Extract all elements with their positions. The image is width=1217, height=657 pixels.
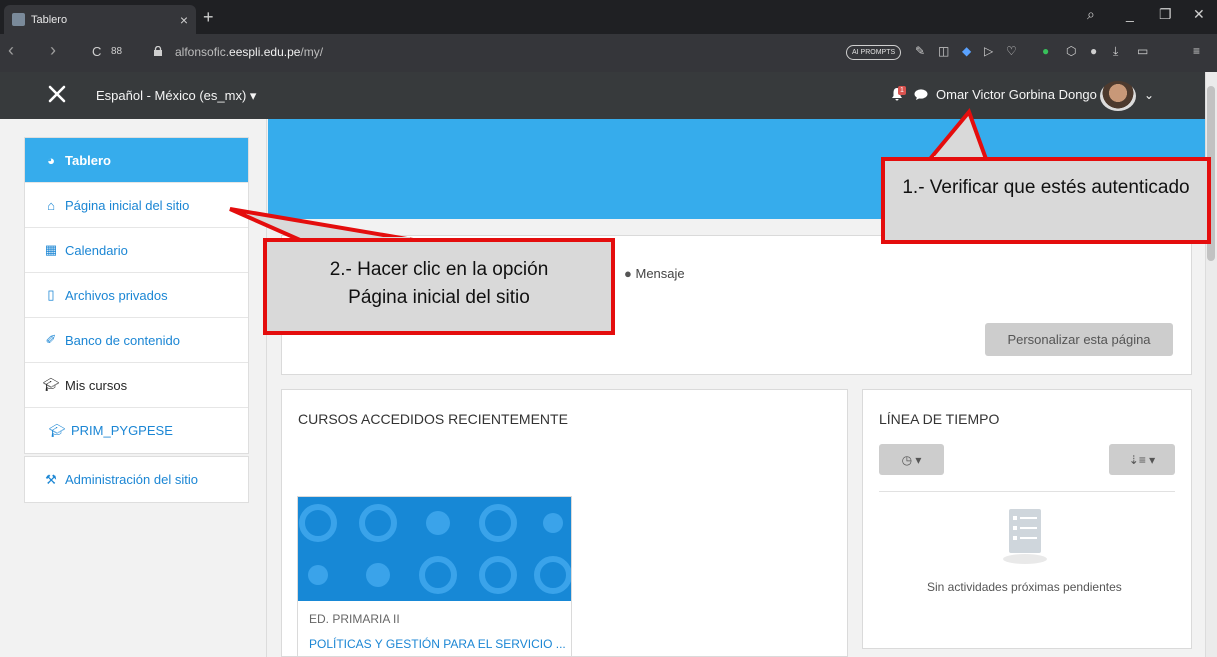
callout-step-2-line2: Página inicial del sitio [348, 287, 530, 308]
screen: Tablero × + ⌕ _ ❐ ✕ ‹ › C 88 alfonsofic.… [0, 0, 1217, 657]
callout-step-2-line1: 2.- Hacer clic en la opción [329, 259, 549, 280]
callout-step-1-text: 1.- Verificar que estés autenticado [902, 177, 1190, 198]
callout-step-2-text: 2.- Hacer clic en la opción Página inici… [267, 256, 611, 312]
